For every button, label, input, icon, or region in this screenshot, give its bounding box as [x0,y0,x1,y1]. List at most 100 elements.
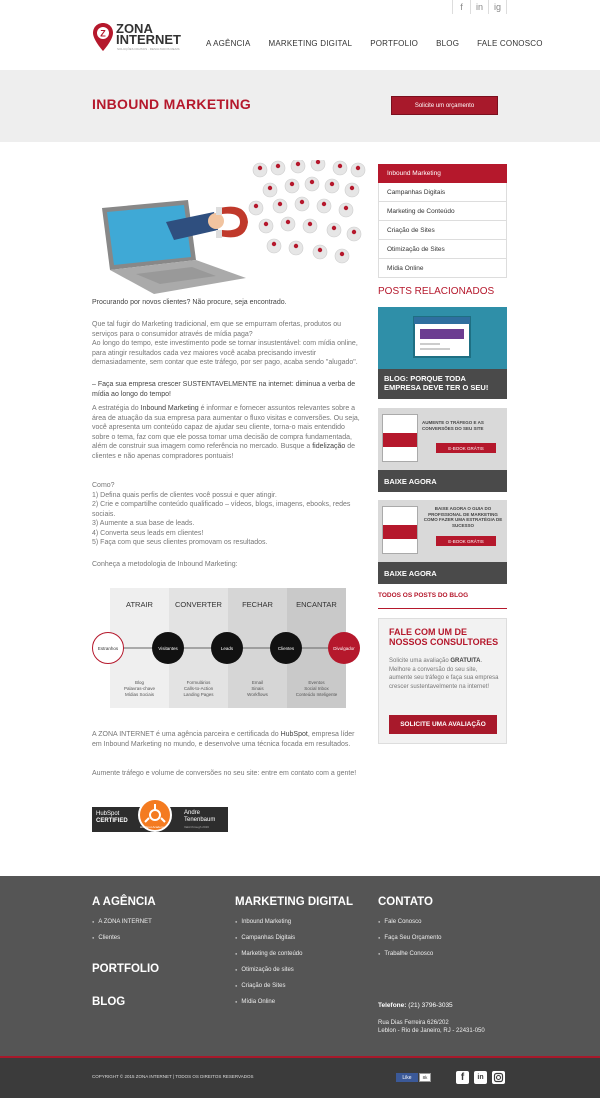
copyright-text: COPYRIGHT © 2015 ZONA INTERNET | TODOS O… [92,1074,254,1079]
related-post-blog[interactable]: BLOG: PORQUE TODA EMPRESA DEVE TER O SEU… [378,307,507,399]
stage-convert: CONVERTER [175,600,222,609]
ebook-cover-icon [382,506,418,554]
footer-instagram-icon[interactable] [492,1071,505,1084]
ebook-1-caption: BAIXE AGORA [378,470,507,492]
tools-close: Email Sinais Workflows [247,680,268,697]
footer-link[interactable]: Trabalhe Conosco [378,951,433,957]
sidebar-menu: Inbound Marketing Campanhas Digitais Mar… [378,164,507,278]
sidebar-item-otimizacao[interactable]: Otimização de Sites [378,240,507,259]
tools-convert: Formulários Calls-to-Action Landing Pages [183,680,214,697]
instagram-icon[interactable]: ig [489,0,507,14]
logo-pin-icon: Z [93,23,113,51]
ebook-1-cta[interactable]: E-BOOK GRÁTIS [436,443,496,453]
footer-link[interactable]: Faça Seu Orçamento [378,935,441,941]
footer-address-2: Leblon - Rio de Janeiro, RJ - 22431-050 [378,1028,485,1034]
ebook-cover-icon [382,414,418,462]
step-5: 5) Faça com que seus clientes promovam o… [92,539,268,546]
methodology-intro: Conheça a metodologia de Inbound Marketi… [92,561,238,568]
logo-line2: INTERNET [116,32,181,47]
svg-text:Z: Z [100,29,106,39]
facebook-like-button[interactable]: Like [396,1073,418,1082]
facebook-icon[interactable]: f [453,0,471,14]
footer-link[interactable]: A ZONA INTERNET [92,919,151,925]
stage-attract: ATRAIR [126,600,153,609]
footer-portfolio[interactable]: PORTFOLIO [92,963,159,975]
sidebar-item-inbound[interactable]: Inbound Marketing [378,164,507,183]
related-post-ebook-1[interactable]: AUMENTE O TRÁFEGO E AS CONVERSÕES DO SEU… [378,408,507,492]
page-header [0,70,600,142]
logo[interactable]: Z ZONA INTERNET SOLUÇÕES DIGITAIS · RESU… [92,22,192,56]
intro-text: Procurando por novos clientes? Não procu… [92,299,287,306]
footer-link[interactable]: Campanhas Digitais [235,935,295,941]
ebook-2-caption: BAIXE AGORA [378,562,507,584]
contact-box-text: Solicite uma avaliação GRATUITA. Melhore… [389,658,499,690]
footer-link[interactable]: Otimização de sites [235,967,293,973]
footer-phone: Telefone: (21) 3796-3035 [378,1002,453,1009]
like-count: 8k [419,1073,431,1082]
main-nav: A AGÊNCIA MARKETING DIGITAL PORTFOLIO BL… [206,39,543,48]
top-social-bar: f in ig [452,0,507,14]
related-post-ebook-2[interactable]: BAIXE AGORA O GUIA DO PROFISSIONAL DE MA… [378,500,507,584]
paragraph-1: Que tal fugir do Marketing tradicional, … [92,321,342,338]
nav-item-marketing-digital[interactable]: MARKETING DIGITAL [268,39,352,48]
footer-link[interactable]: Inbound Marketing [235,919,291,925]
footer-bottom-bar [0,1056,600,1098]
related-post-blog-caption: BLOG: PORQUE TODA EMPRESA DEVE TER O SEU… [378,369,507,399]
sidebar-item-midia[interactable]: Mídia Online [378,259,507,278]
page-title: INBOUND MARKETING [92,96,252,112]
footer-link[interactable]: Criação de Sites [235,983,285,989]
nav-item-fale-conosco[interactable]: FALE CONOSCO [477,39,543,48]
nav-item-blog[interactable]: BLOG [436,39,459,48]
paragraph-4: A ZONA INTERNET é uma agência parceira e… [92,731,355,748]
request-evaluation-button[interactable]: SOLICITE UMA AVALIAÇÃO [389,715,497,734]
nav-item-portfolio[interactable]: PORTFOLIO [370,39,418,48]
footer-link[interactable]: Marketing de conteúdo [235,951,302,957]
badge-certified: CERTIFIED [96,818,128,824]
stage-delight: ENCANTAR [296,600,337,609]
steps-title: Como? [92,482,115,489]
ebook-2-cta[interactable]: E-BOOK GRÁTIS [436,536,496,546]
badge-valid: Valid through 2016 [184,825,209,829]
linkedin-icon[interactable]: in [471,0,489,14]
contact-box-title: FALE COM UM DE NOSSOS CONSULTORES [389,627,499,647]
paragraph-3: A estratégia do Inbound Marketing é info… [92,405,360,460]
node-visitors: Visitantes [152,632,184,664]
node-promoters: Divulgador [328,632,360,664]
tools-attract: Blog Palavras-chave Mídias Sociais [123,680,155,697]
inbound-methodology-diagram: ATRAIR CONVERTER FECHAR ENCANTAR Estranh… [92,588,360,710]
sidebar-item-campanhas[interactable]: Campanhas Digitais [378,183,507,202]
stage-close: FECHAR [242,600,273,609]
nav-item-agencia[interactable]: A AGÊNCIA [206,39,250,48]
footer-address-1: Rua Dias Ferreira 626/202 [378,1020,449,1026]
footer-agencia-title: A AGÊNCIA [92,896,156,908]
footer-blog[interactable]: BLOG [92,996,125,1008]
divider [378,608,507,609]
node-customers: Clientes [270,632,302,664]
node-leads: Leads [211,632,243,664]
related-posts-title: POSTS RELACIONADOS [378,286,495,297]
paragraph-5: Aumente tráfego e volume de conversões n… [92,770,357,777]
footer-link[interactable]: Mídia Online [235,999,275,1005]
badge-name-1: Andre [184,810,201,816]
step-3: 3) Aumente a sua base de leads. [92,520,195,527]
tools-delight: Eventos Social Inbox Conteúdo Inteligente [295,680,338,697]
quote-request-button[interactable]: Solicite um orçamento [391,96,498,115]
inbound-illustration [102,160,366,294]
sidebar-item-conteudo[interactable]: Marketing de Conteúdo [378,202,507,221]
ebook-2-text: BAIXE AGORA O GUIA DO PROFISSIONAL DE MA… [423,506,503,528]
footer-link[interactable]: Fale Conosco [378,919,421,925]
badge-academy: HubSpot Academy [140,825,165,829]
footer-facebook-icon[interactable]: f [456,1071,469,1084]
footer-contato-title: CONTATO [378,896,433,908]
footer-link[interactable]: Clientes [92,935,120,941]
browser-window-icon [413,316,471,358]
all-posts-link[interactable]: TODOS OS POSTS DO BLOG [378,592,468,599]
quote-text: – Faça sua empresa crescer SUSTENTAVELME… [92,381,356,398]
logo-tagline: SOLUÇÕES DIGITAIS · RESULTADOS REAIS [117,47,180,51]
step-2: 2) Crie e compartilhe conteúdo qualifica… [92,501,351,518]
badge-name-2: Tenenbaum [184,817,216,823]
footer-linkedin-icon[interactable]: in [474,1071,487,1084]
ebook-1-text: AUMENTE O TRÁFEGO E AS CONVERSÕES DO SEU… [422,420,484,431]
sidebar-item-criacao[interactable]: Criação de Sites [378,221,507,240]
hubspot-certified-badge: HubSpot CERTIFIED HubSpot Academy Andre Te… [92,798,228,834]
